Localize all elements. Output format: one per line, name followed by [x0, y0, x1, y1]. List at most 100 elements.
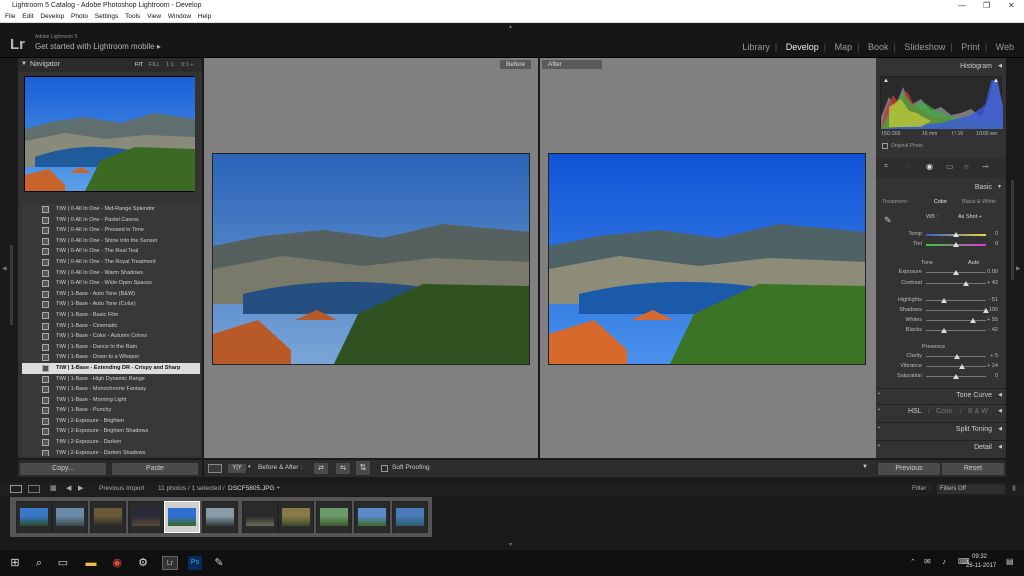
presets-list[interactable]: TtW | 0-All In One - Mid-Range Splendor T… [22, 204, 200, 456]
filmstrip-thumbnail[interactable] [128, 501, 164, 533]
slider-value[interactable]: 0 [995, 373, 998, 379]
slider-value[interactable]: 0 [995, 241, 998, 247]
slider-contrast[interactable]: Contrast + 42 [876, 279, 1006, 288]
right-scrollbar[interactable] [1011, 180, 1014, 280]
slider-track[interactable] [926, 374, 986, 379]
back-arrow-icon[interactable]: ◀ [66, 484, 71, 492]
menu-window[interactable]: Window [168, 13, 191, 20]
copy-after-to-before-icon[interactable]: ⇆ [336, 463, 350, 474]
panel-switch-icon[interactable]: ▪ [878, 425, 880, 431]
panel-switch-icon[interactable]: ▪ [878, 391, 880, 397]
slider-value[interactable]: + 100 [984, 307, 998, 313]
paint-icon[interactable]: ✎ [212, 556, 226, 570]
preset-item[interactable]: TtW | 1-Base - Auto Tone (Color) [22, 299, 200, 310]
before-after-toggle[interactable]: Y|Y [228, 464, 246, 473]
red-eye-icon[interactable]: ◉ [926, 162, 933, 171]
preset-item[interactable]: TtW | 0-All In One - The Royal Treatment [22, 257, 200, 268]
filmstrip-thumbnail[interactable] [202, 501, 238, 533]
slider-value[interactable]: - 51 [989, 297, 998, 303]
collapse-triangle-icon[interactable]: ◀ [998, 63, 1002, 69]
collapse-bottom-icon[interactable]: ▼ [508, 542, 513, 548]
preset-item[interactable]: TtW | 0-All In One - Pressed in Time [22, 225, 200, 236]
zoom-3-1[interactable]: 3:1 ÷ [181, 62, 193, 68]
slider-track[interactable] [926, 298, 986, 303]
menu-develop[interactable]: Develop [40, 13, 64, 20]
slider-knob[interactable] [953, 242, 959, 247]
slider-knob[interactable] [953, 374, 959, 379]
slider-blacks[interactable]: Blacks - 42 [876, 326, 1006, 335]
menu-file[interactable]: File [5, 13, 15, 20]
histogram-header[interactable]: Histogram ◀ [876, 60, 1006, 74]
preset-item[interactable]: TtW | 2-Exposure - Darken [22, 437, 200, 448]
filmstrip-thumbnail[interactable] [16, 501, 52, 533]
slider-vibrance[interactable]: Vibrance + 24 [876, 362, 1006, 371]
right-panel-toggle-icon[interactable]: ▶ [1016, 265, 1021, 272]
clock-date[interactable]: 26-11-2017 [966, 563, 996, 569]
filmstrip-thumbnail[interactable] [354, 501, 390, 533]
clock-time[interactable]: 09:32 [972, 554, 987, 560]
menu-view[interactable]: View [147, 13, 161, 20]
windows-start-icon[interactable]: ⊞ [8, 556, 22, 570]
slider-temp[interactable]: Temp 0 [876, 230, 1006, 239]
search-icon[interactable]: ⌕ [32, 556, 46, 570]
menu-settings[interactable]: Settings [95, 13, 119, 20]
slider-value[interactable]: + 5 [990, 353, 998, 359]
hsl-tab[interactable]: HSL [908, 408, 922, 415]
preset-item[interactable]: TtW | 0-All In One - Mid-Range Splendor [22, 204, 200, 215]
color-tab[interactable]: Color [936, 408, 953, 415]
module-print[interactable]: Print [961, 42, 980, 52]
module-develop[interactable]: Develop [786, 42, 819, 52]
radial-filter-icon[interactable]: ○ [964, 162, 969, 171]
menu-photo[interactable]: Photo [71, 13, 88, 20]
module-library[interactable]: Library [742, 42, 770, 52]
filmstrip-thumbnail[interactable] [52, 501, 88, 533]
maximize-icon[interactable]: ❐ [983, 1, 990, 10]
slider-track[interactable] [926, 308, 989, 313]
shadow-clipping-icon[interactable]: ▲ [883, 78, 889, 84]
preset-item[interactable]: TtW | 1-Base - Down to a Whisper [22, 352, 200, 363]
highlight-clipping-icon[interactable]: ▲ [993, 78, 999, 84]
preset-item[interactable]: TtW | 1-Base - Auto Tone (B&W) [22, 289, 200, 300]
slider-knob[interactable] [941, 328, 947, 333]
module-book[interactable]: Book [868, 42, 889, 52]
minimize-icon[interactable]: — [958, 1, 966, 10]
slider-track[interactable] [926, 354, 986, 359]
slider-track[interactable] [926, 328, 986, 333]
selected-file[interactable]: DSCF5805.JPG ÷ [228, 485, 280, 492]
navigator-header[interactable]: ▼ Navigator FIT FILL 1:1 3:1 ÷ [18, 58, 202, 72]
previous-button[interactable]: Previous [878, 463, 940, 475]
left-panel-toggle-icon[interactable]: ◀ [2, 265, 7, 272]
slider-knob[interactable] [953, 232, 959, 237]
left-scrollbar[interactable] [10, 245, 13, 325]
slider-track[interactable] [926, 270, 986, 275]
original-photo-checkbox[interactable] [882, 143, 888, 149]
filmstrip-thumbnail[interactable] [316, 501, 352, 533]
slider-knob[interactable] [962, 281, 969, 286]
preset-item[interactable]: TtW | 1-Base - Dance In the Rain [22, 342, 200, 353]
slider-exposure[interactable]: Exposure 0.00 [876, 268, 1006, 277]
slider-highlights[interactable]: Highlights - 51 [876, 296, 1006, 305]
zoom-1-1[interactable]: 1:1 [166, 62, 174, 68]
slider-knob[interactable] [941, 298, 947, 303]
menu-edit[interactable]: Edit [22, 13, 33, 20]
volume-icon[interactable]: ♪ [942, 557, 946, 566]
zoom-fill[interactable]: FILL [149, 62, 160, 68]
split-toning-header[interactable]: ▪ Split Toning ◀ [876, 422, 1006, 436]
copy-button[interactable]: Copy... [20, 463, 106, 475]
lightroom-taskbar-icon[interactable]: Lr [162, 556, 178, 570]
copy-before-to-after-icon[interactable]: ⇄ [314, 463, 328, 474]
slider-value[interactable]: - 42 [989, 327, 998, 333]
module-web[interactable]: Web [996, 42, 1014, 52]
bw-tab[interactable]: B & W [968, 408, 988, 415]
preset-item[interactable]: TtW | 1-Base - Color - Autumn Colors [22, 331, 200, 342]
preset-item[interactable]: TtW | 1-Base - Extending DR - Crispy and… [22, 362, 200, 374]
mobile-promo-link[interactable]: Get started with Lightroom mobile ▸ [35, 42, 161, 51]
preset-item[interactable]: TtW | 2-Exposure - Darken Shadows [22, 448, 200, 456]
grid-view-icon[interactable]: ▦ [50, 484, 57, 492]
chrome-icon[interactable]: ◉ [110, 556, 124, 570]
module-slideshow[interactable]: Slideshow [904, 42, 945, 52]
preset-item[interactable]: TtW | 1-Base - Morning Light [22, 395, 200, 406]
collapse-triangle-icon[interactable]: ▼ [21, 61, 27, 67]
slider-tint[interactable]: Tint 0 [876, 240, 1006, 249]
navigator-preview[interactable] [24, 76, 195, 192]
